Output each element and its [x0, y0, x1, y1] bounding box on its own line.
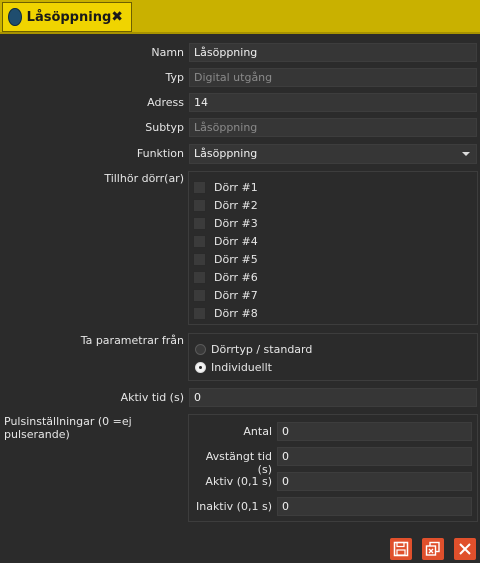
chevron-down-icon [462, 152, 470, 156]
namn-input[interactable]: Låsöppning [189, 43, 477, 62]
door-label: Dörr #2 [214, 198, 258, 212]
door-checkbox-row[interactable]: Dörr #8 [193, 305, 258, 321]
door-checkbox-row[interactable]: Dörr #7 [193, 287, 258, 303]
copy-icon [425, 541, 440, 556]
radio-label: Individuellt [211, 360, 272, 374]
tab-lasoppning[interactable]: Låsöppning ✖ [2, 2, 132, 32]
radio-button-selected[interactable] [195, 361, 206, 373]
door-label: Dörr #6 [214, 270, 258, 284]
avstangt-input[interactable]: 0 [277, 447, 472, 466]
save-icon [393, 541, 409, 557]
door-checkbox-row[interactable]: Dörr #3 [193, 215, 258, 231]
aktiv-tid-input[interactable]: 0 [189, 388, 477, 407]
inaktiv-label: Inaktiv (0,1 s) [195, 500, 272, 513]
pulse-label: Pulsinställningar (0 =ej pulserande) [4, 415, 132, 441]
antal-input[interactable]: 0 [277, 422, 472, 441]
door-lock-icon [8, 8, 22, 26]
door-label: Dörr #5 [214, 252, 258, 266]
door-checkbox[interactable] [193, 180, 206, 194]
close-button[interactable] [454, 538, 476, 560]
save-button[interactable] [390, 538, 412, 560]
radio-individuellt[interactable]: Individuellt [195, 359, 272, 375]
adress-label: Adress [147, 96, 184, 109]
avstangt-label: Avstängt tid (s) [205, 450, 272, 476]
doors-label: Tillhör dörr(ar) [104, 172, 184, 185]
adress-input[interactable]: 14 [189, 93, 477, 112]
close-icon [459, 543, 471, 555]
door-label: Dörr #1 [214, 180, 258, 194]
copy-button[interactable] [422, 538, 444, 560]
door-label: Dörr #7 [214, 288, 258, 302]
radio-dorrtyp[interactable]: Dörrtyp / standard [195, 341, 312, 357]
door-checkbox[interactable] [193, 234, 206, 248]
door-checkbox-row[interactable]: Dörr #5 [193, 251, 258, 267]
door-checkbox[interactable] [193, 252, 206, 266]
typ-field: Digital utgång [189, 68, 477, 87]
door-checkbox[interactable] [193, 306, 206, 320]
tab-title: Låsöppning [26, 9, 112, 25]
params-label: Ta parametrar från [80, 334, 184, 347]
aktiv-input[interactable]: 0 [277, 472, 472, 491]
aktiv-tid-label: Aktiv tid (s) [120, 391, 184, 404]
door-label: Dörr #3 [214, 216, 258, 230]
door-checkbox[interactable] [193, 198, 206, 212]
door-checkbox-row[interactable]: Dörr #2 [193, 197, 258, 213]
subtyp-label: Subtyp [145, 121, 184, 134]
funktion-select[interactable]: Låsöppning [189, 144, 477, 164]
door-checkbox[interactable] [193, 270, 206, 284]
door-checkbox-row[interactable]: Dörr #1 [193, 179, 258, 195]
door-checkbox-row[interactable]: Dörr #4 [193, 233, 258, 249]
door-checkbox[interactable] [193, 216, 206, 230]
radio-label: Dörrtyp / standard [211, 342, 313, 356]
funktion-label: Funktion [136, 147, 184, 160]
antal-label: Antal [243, 425, 272, 438]
typ-label: Typ [165, 71, 185, 84]
radio-button[interactable] [195, 343, 206, 355]
tab-underline [0, 32, 480, 34]
door-checkbox[interactable] [193, 288, 206, 302]
door-label: Dörr #4 [214, 234, 258, 248]
namn-label: Namn [151, 46, 184, 59]
door-label: Dörr #8 [214, 306, 258, 320]
aktiv-label: Aktiv (0,1 s) [205, 475, 272, 488]
subtyp-field: Låsöppning [189, 118, 477, 137]
inaktiv-input[interactable]: 0 [277, 497, 472, 516]
door-checkbox-row[interactable]: Dörr #6 [193, 269, 258, 285]
tab-close-icon[interactable]: ✖ [111, 9, 123, 25]
funktion-value: Låsöppning [194, 147, 258, 160]
